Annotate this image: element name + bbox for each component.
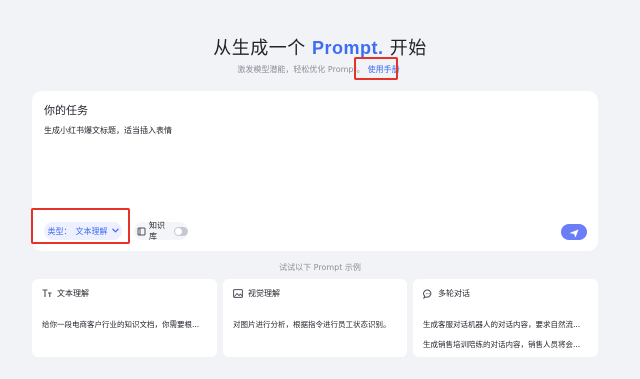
page-title: 从生成一个 Prompt. 开始 xyxy=(0,34,640,60)
knowledge-base-toggle-group: 知识库 xyxy=(134,221,188,241)
title-prefix: 从生成一个 xyxy=(213,38,312,59)
example-title: 文本理解 xyxy=(57,289,89,298)
knowledge-base-toggle[interactable] xyxy=(173,226,188,236)
subtitle-text: 激发模型潜能，轻松优化 Prompt。 xyxy=(237,65,365,74)
text-format-icon xyxy=(42,289,52,299)
chevron-down-icon xyxy=(111,227,119,235)
example-title: 视觉理解 xyxy=(248,289,280,298)
type-selector[interactable]: 类型： 文本理解 xyxy=(44,222,122,240)
example-card-visual-understanding[interactable]: 视觉理解 对图片进行分析，根据指令进行员工状态识别。 xyxy=(223,279,407,357)
type-value: 文本理解 xyxy=(75,226,108,236)
example-prompt[interactable]: 给你一段电商客户行业的知识文档，你需要根... xyxy=(42,319,199,330)
example-card-text-understanding[interactable]: 文本理解 给你一段电商客户行业的知识文档，你需要根... xyxy=(32,279,217,357)
example-card-multi-turn-dialogue[interactable]: 多轮对话 生成客服对话机器人的对话内容，要求自然流... 生成销售培训陪练的对话… xyxy=(413,279,598,357)
title-brand: Prompt. xyxy=(311,38,384,58)
task-title: 你的任务 xyxy=(44,104,88,117)
title-suffix: 开始 xyxy=(383,38,427,59)
knowledge-base-label: 知识库 xyxy=(149,221,165,241)
page-subtitle: 激发模型潜能，轻松优化 Prompt。 使用手册 xyxy=(0,64,640,75)
task-input[interactable]: 生成小红书爆文标题，适当插入表情 xyxy=(44,125,584,205)
image-icon xyxy=(233,289,243,299)
examples-caption: 试试以下 Prompt 示例 xyxy=(279,263,361,272)
type-label: 类型： xyxy=(47,226,72,236)
example-prompt[interactable]: 生成客服对话机器人的对话内容，要求自然流... xyxy=(423,319,580,330)
send-icon xyxy=(569,223,579,242)
user-manual-link[interactable]: 使用手册 xyxy=(365,64,403,75)
example-title: 多轮对话 xyxy=(438,289,470,298)
book-icon xyxy=(137,226,146,236)
page: 从生成一个 Prompt. 开始 激发模型潜能，轻松优化 Prompt。 使用手册… xyxy=(0,0,640,379)
example-prompt[interactable]: 对图片进行分析，根据指令进行员工状态识别。 xyxy=(233,319,391,330)
chat-bubble-icon xyxy=(423,289,433,299)
example-prompt[interactable]: 生成销售培训陪练的对话内容，销售人员将会... xyxy=(423,339,580,350)
send-button[interactable] xyxy=(561,224,587,240)
